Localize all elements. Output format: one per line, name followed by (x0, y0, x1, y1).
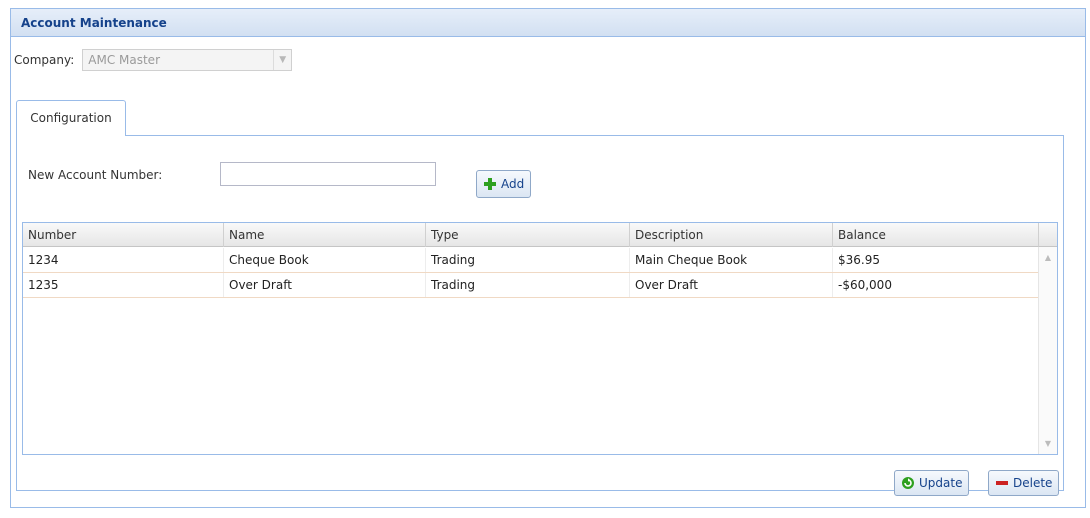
new-account-number-input[interactable] (220, 162, 436, 186)
column-header-number[interactable]: Number (23, 223, 224, 247)
cell-description: Over Draft (630, 273, 833, 297)
table-row[interactable]: 1234 Cheque Book Trading Main Cheque Boo… (23, 248, 1039, 273)
update-button[interactable]: Update (894, 470, 970, 496)
company-label: Company: (14, 53, 75, 67)
add-button[interactable]: Add (476, 170, 532, 198)
cell-name: Over Draft (224, 273, 426, 297)
company-row: Company: AMC Master ▼ (14, 48, 293, 72)
new-account-number-label: New Account Number: (28, 168, 163, 182)
cell-balance: -$60,000 (833, 273, 1039, 297)
cell-type: Trading (426, 248, 630, 272)
grid-header-corner (1038, 223, 1057, 247)
grid-vertical-scrollbar[interactable]: ▲ ▼ (1038, 247, 1057, 454)
column-header-type[interactable]: Type (426, 223, 630, 247)
company-combo[interactable]: AMC Master ▼ (82, 49, 293, 71)
cell-number: 1235 (23, 273, 224, 297)
cell-description: Main Cheque Book (630, 248, 833, 272)
column-header-name[interactable]: Name (224, 223, 426, 247)
refresh-icon (901, 476, 915, 490)
panel-title: Account Maintenance (11, 9, 1085, 37)
accounts-grid: Number Name Type Description Balance 123… (22, 222, 1058, 455)
cell-number: 1234 (23, 248, 224, 272)
cell-type: Trading (426, 273, 630, 297)
chevron-down-icon[interactable]: ▼ (273, 50, 291, 70)
company-value: AMC Master (88, 53, 161, 67)
column-header-description[interactable]: Description (630, 223, 833, 247)
tab-configuration[interactable]: Configuration (16, 100, 126, 136)
minus-icon (995, 476, 1009, 490)
update-button-label: Update (919, 476, 963, 490)
table-row[interactable]: 1235 Over Draft Trading Over Draft -$60,… (23, 273, 1039, 298)
column-header-balance[interactable]: Balance (833, 223, 1039, 247)
plus-icon (483, 177, 497, 191)
scroll-down-icon[interactable]: ▼ (1039, 439, 1057, 448)
grid-rows: 1234 Cheque Book Trading Main Cheque Boo… (23, 248, 1039, 298)
grid-header: Number Name Type Description Balance (23, 223, 1039, 247)
delete-button[interactable]: Delete (988, 470, 1060, 496)
delete-button-label: Delete (1013, 476, 1053, 490)
add-button-label: Add (501, 177, 525, 191)
cell-name: Cheque Book (224, 248, 426, 272)
scroll-up-icon[interactable]: ▲ (1039, 253, 1057, 262)
cell-balance: $36.95 (833, 248, 1039, 272)
